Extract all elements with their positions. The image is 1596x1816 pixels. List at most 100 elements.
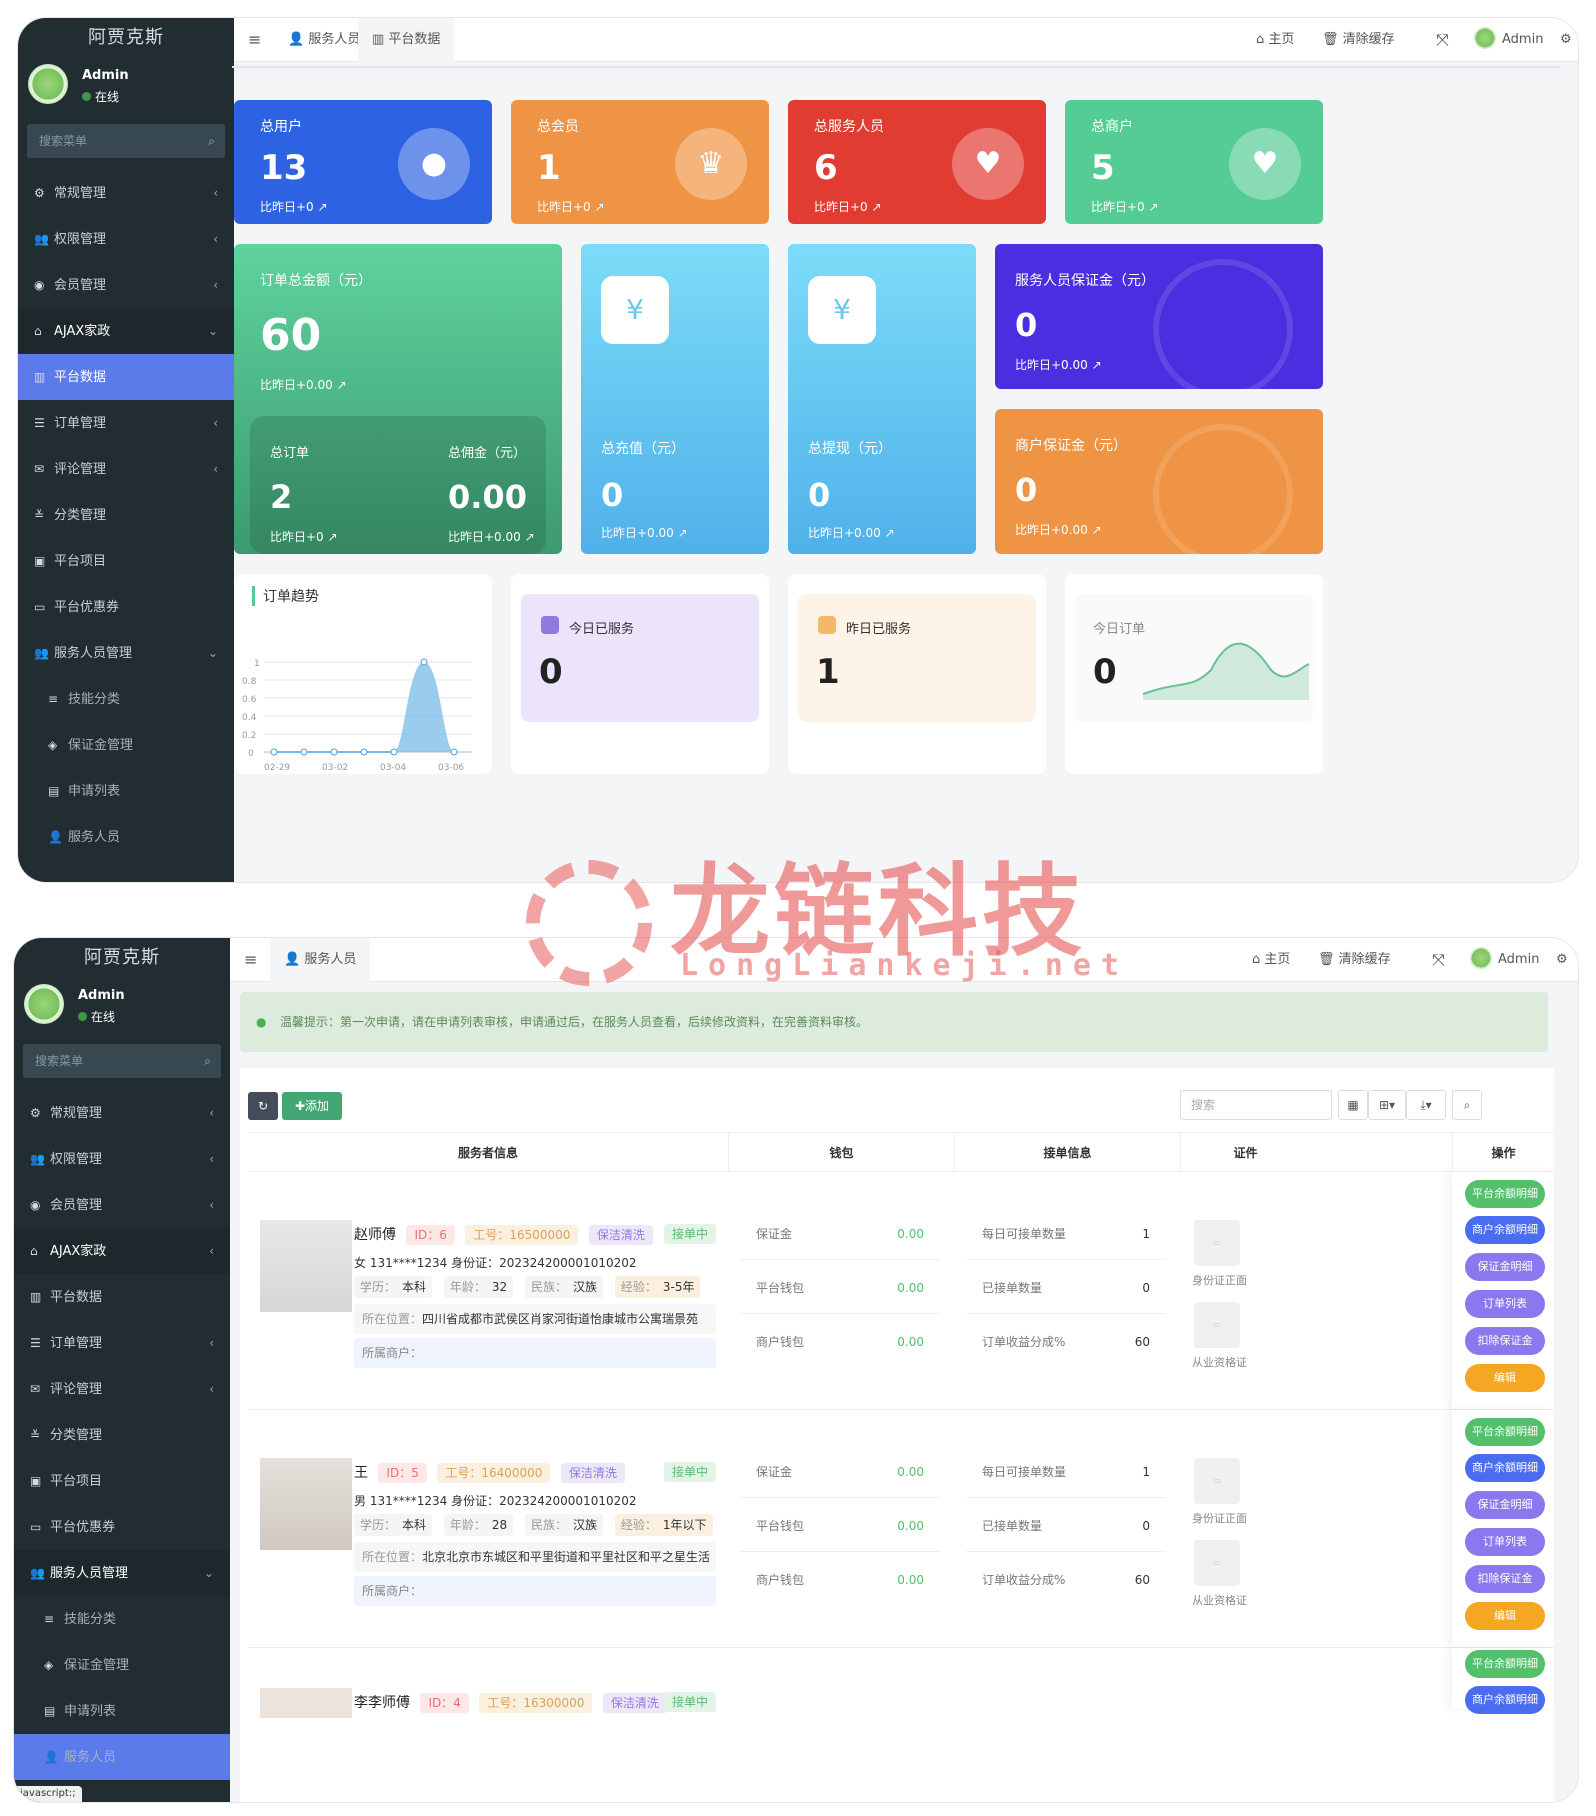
merchant-balance-button[interactable]: 商户余额明细: [1465, 1216, 1545, 1244]
menu-item-permission[interactable]: 👥 权限管理 ‹: [18, 216, 234, 262]
money-bag-icon: ¥: [808, 276, 876, 344]
menu-item-projects[interactable]: ▣ 平台项目: [14, 1458, 230, 1504]
stat-compare: 比昨日+0 ↗: [814, 198, 882, 215]
menu-item-platform-data[interactable]: ▥ 平台数据: [18, 354, 234, 400]
menu-label: 分类管理: [54, 508, 107, 523]
license-image[interactable]: ▭: [1194, 1302, 1240, 1348]
divider: [232, 66, 1560, 68]
wallet-label: 商户钱包: [756, 1335, 805, 1349]
menu-item-deposit[interactable]: ◈ 保证金管理: [18, 722, 234, 768]
exp-field: 经验： 3-5年: [614, 1276, 701, 1298]
bars-icon: ≡: [48, 692, 59, 706]
menu-item-deposit[interactable]: ◈ 保证金管理: [14, 1642, 230, 1688]
menu-item-skills[interactable]: ≡ 技能分类: [14, 1596, 230, 1642]
clear-cache-button[interactable]: 🗑 清除缓存: [1322, 18, 1395, 62]
clear-cache-button[interactable]: 🗑 清除缓存: [1318, 938, 1391, 982]
stat-compare: 比昨日+0 ↗: [1091, 198, 1159, 215]
fullscreen-icon[interactable]: ⤧: [1436, 18, 1449, 62]
export-button[interactable]: ⤓▾: [1406, 1090, 1446, 1120]
menu-item-orders[interactable]: ☰ 订单管理 ‹: [18, 400, 234, 446]
trend-point: [330, 748, 338, 756]
menu-toggle-icon[interactable]: ≡: [248, 18, 261, 62]
menu-item-member[interactable]: ◉ 会员管理 ‹: [14, 1182, 230, 1228]
menu-item-general[interactable]: ⚙ 常规管理 ‹: [14, 1090, 230, 1136]
id-badge: ID：4: [420, 1693, 469, 1713]
menu-item-ajax[interactable]: ⌂ AJAX家政 ⌄: [18, 308, 234, 354]
tab-staff[interactable]: 👤 服务人员: [270, 938, 371, 982]
deposit-detail-button[interactable]: 保证金明细: [1465, 1253, 1545, 1281]
menu-item-staff-mgmt[interactable]: 👥 服务人员管理 ⌄: [14, 1550, 230, 1596]
platform-balance-button[interactable]: 平台余额明细: [1465, 1180, 1545, 1208]
menu-item-ajax[interactable]: ⌂ AJAX家政 ‹: [14, 1228, 230, 1274]
menu-item-coupons[interactable]: ▭ 平台优惠券: [14, 1504, 230, 1550]
avatar: [1470, 947, 1492, 969]
chevron-left-icon: ‹: [213, 278, 218, 292]
menu-item-staff[interactable]: 👤 服务人员: [14, 1734, 230, 1780]
status-bar: javascript:;: [14, 1786, 82, 1802]
col-actions: 操作: [1452, 1133, 1554, 1173]
home-link[interactable]: ⌂ 主页: [1256, 18, 1294, 62]
menu-label: 会员管理: [50, 1198, 103, 1213]
menu-item-orders[interactable]: ☰ 订单管理 ‹: [14, 1320, 230, 1366]
deduct-deposit-button[interactable]: 扣除保证金: [1465, 1565, 1545, 1593]
menu-search-input[interactable]: 搜索菜单 ⌕: [23, 1044, 221, 1078]
edit-button[interactable]: 编辑: [1465, 1364, 1545, 1392]
menu-toggle-icon[interactable]: ≡: [244, 938, 257, 982]
menu-item-general[interactable]: ⚙ 常规管理 ‹: [18, 170, 234, 216]
home-link[interactable]: ⌂ 主页: [1252, 938, 1290, 982]
license-image[interactable]: ▭: [1194, 1540, 1240, 1586]
menu-item-permission[interactable]: 👥 权限管理 ‹: [14, 1136, 230, 1182]
merchant-balance-button[interactable]: 商户余额明细: [1465, 1686, 1545, 1714]
merchant-balance-button[interactable]: 商户余额明细: [1465, 1454, 1545, 1482]
settings-icon[interactable]: ⚙: [1560, 18, 1572, 62]
menu-item-member[interactable]: ◉ 会员管理 ‹: [18, 262, 234, 308]
id-card-image[interactable]: ▭: [1194, 1458, 1240, 1504]
location-field: 所在位置：四川省成都市武侯区肖家河街道怡康城市公寓瑞景苑: [354, 1304, 716, 1334]
x-tick: 03-06: [438, 763, 464, 773]
id-card-image[interactable]: ▭: [1194, 1220, 1240, 1266]
menu-item-comments[interactable]: ✉ 评论管理 ‹: [18, 446, 234, 492]
bar-chart-icon: ▥: [34, 370, 46, 384]
order-list-button[interactable]: 订单列表: [1465, 1290, 1545, 1318]
tab-platform-data[interactable]: ▥ 平台数据: [358, 18, 455, 62]
menu-item-platform-data[interactable]: ▥ 平台数据: [14, 1274, 230, 1320]
compare-text: 比昨日+0: [260, 200, 314, 214]
tab-label: 平台数据: [388, 32, 441, 47]
x-tick: 03-02: [322, 763, 348, 773]
order-list-button[interactable]: 订单列表: [1465, 1528, 1545, 1556]
menu-item-categories[interactable]: ≚ 分类管理: [14, 1412, 230, 1458]
refresh-button[interactable]: ↻: [248, 1092, 278, 1120]
menu-item-projects[interactable]: ▣ 平台项目: [18, 538, 234, 584]
trend-area: [274, 662, 454, 752]
menu-item-comments[interactable]: ✉ 评论管理 ‹: [14, 1366, 230, 1412]
menu-item-skills[interactable]: ≡ 技能分类: [18, 676, 234, 722]
edit-button[interactable]: 编辑: [1465, 1602, 1545, 1630]
admin-menu[interactable]: Admin: [1474, 18, 1543, 62]
menu-search-input[interactable]: 搜索菜单 ⌕: [27, 124, 225, 158]
settings-icon[interactable]: ⚙: [1556, 938, 1568, 982]
table-search-input[interactable]: 搜索: [1180, 1090, 1332, 1120]
lightbulb-icon: ●: [256, 1015, 267, 1029]
add-button[interactable]: ✚添加: [282, 1092, 342, 1120]
search-button[interactable]: ⌕: [1452, 1090, 1482, 1120]
fullscreen-icon[interactable]: ⤧: [1432, 938, 1445, 982]
platform-balance-button[interactable]: 平台余额明细: [1465, 1418, 1545, 1446]
platform-balance-button[interactable]: 平台余额明细: [1465, 1650, 1545, 1678]
deduct-deposit-button[interactable]: 扣除保证金: [1465, 1327, 1545, 1355]
columns-button[interactable]: ⊞▾: [1368, 1090, 1406, 1120]
menu-label: 权限管理: [50, 1152, 103, 1167]
shield-icon: ◈: [48, 738, 58, 752]
admin-menu[interactable]: Admin: [1470, 938, 1539, 982]
menu-item-categories[interactable]: ≚ 分类管理: [18, 492, 234, 538]
menu-item-applications[interactable]: ▤ 申请列表: [18, 768, 234, 814]
menu-item-coupons[interactable]: ▭ 平台优惠券: [18, 584, 234, 630]
menu-item-staff-mgmt[interactable]: 👥 服务人员管理 ⌄: [18, 630, 234, 676]
order-total-value: 60: [260, 310, 322, 361]
merchant-field: 所属商户：: [354, 1576, 716, 1606]
menu-label: 服务人员: [64, 1750, 117, 1765]
deposit-detail-button[interactable]: 保证金明细: [1465, 1491, 1545, 1519]
menu-item-staff[interactable]: 👤 服务人员: [18, 814, 234, 860]
menu-item-applications[interactable]: ▤ 申请列表: [14, 1688, 230, 1734]
trend-icon: ↗: [317, 200, 328, 214]
toggle-view-button[interactable]: ▦: [1338, 1090, 1368, 1120]
